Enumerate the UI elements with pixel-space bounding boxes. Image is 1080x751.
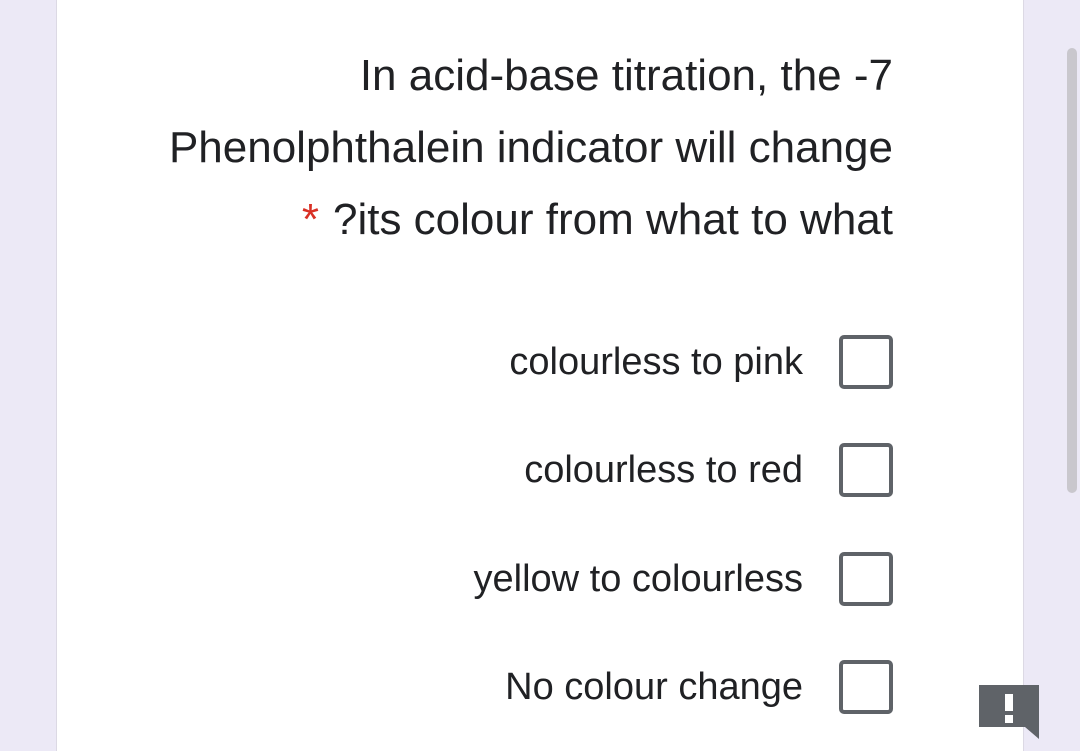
- checkbox[interactable]: [839, 443, 893, 497]
- question-line-1: In acid-base titration, the -7: [359, 51, 893, 100]
- checkbox[interactable]: [839, 552, 893, 606]
- checkbox[interactable]: [839, 660, 893, 714]
- question-line-3-text: ?its colour from what to what: [332, 195, 893, 244]
- option-colourless-to-red[interactable]: colourless to red: [524, 440, 893, 500]
- question-line-2: Phenolphthalein indicator will change: [168, 123, 893, 172]
- checkbox[interactable]: [839, 335, 893, 389]
- option-label: No colour change: [505, 665, 803, 708]
- option-label: yellow to colourless: [473, 557, 803, 600]
- option-no-colour-change[interactable]: No colour change: [505, 657, 893, 717]
- question-line-3: * ?its colour from what to what: [33, 184, 893, 256]
- required-asterisk: *: [301, 195, 319, 244]
- option-colourless-to-pink[interactable]: colourless to pink: [509, 332, 893, 392]
- scrollbar-thumb[interactable]: [1067, 48, 1077, 493]
- option-label: colourless to pink: [509, 340, 803, 383]
- option-label: colourless to red: [524, 448, 803, 491]
- option-yellow-to-colourless[interactable]: yellow to colourless: [474, 549, 893, 609]
- report-problem-button[interactable]: [979, 685, 1039, 739]
- exclamation-icon: [979, 685, 1039, 739]
- question-card: In acid-base titration, the -7 Phenolpht…: [56, 0, 1024, 751]
- question-title: In acid-base titration, the -7 Phenolpht…: [33, 40, 893, 256]
